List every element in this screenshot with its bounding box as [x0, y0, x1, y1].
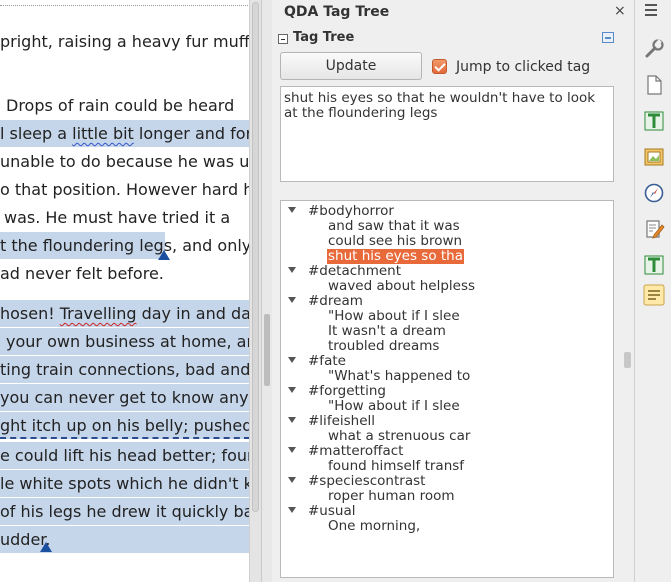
expand-arrow-icon[interactable]	[288, 267, 296, 273]
navigator-icon[interactable]	[643, 182, 665, 204]
expand-arrow-icon[interactable]	[288, 477, 296, 483]
spelling-mark[interactable]: Travelling	[60, 304, 137, 323]
image-icon[interactable]	[643, 146, 665, 168]
document-line[interactable]: was. He must have tried it a	[4, 204, 230, 231]
snippet-label: troubled dreams	[328, 338, 440, 354]
tag-label: #forgetting	[308, 383, 386, 399]
document-line[interactable]: unable to do because he was use	[0, 148, 249, 175]
snippet-label: "How about if I slee	[328, 398, 460, 414]
close-icon[interactable]: ×	[614, 3, 626, 19]
document-line[interactable]: o that position. However hard he	[0, 176, 249, 203]
qda-tag-tree-panel: QDA Tag Tree × Tag Tree Update Jump to c…	[272, 0, 634, 582]
expand-arrow-icon[interactable]	[288, 417, 296, 423]
deck-options-icon[interactable]	[602, 32, 614, 43]
style-t-icon[interactable]	[643, 254, 665, 276]
expand-arrow-icon[interactable]	[288, 387, 296, 393]
scrollbar-thumb[interactable]	[252, 2, 259, 512]
snippet-label: and saw that it was	[328, 218, 460, 234]
wrench-icon[interactable]	[643, 38, 665, 60]
snippet-label: roper human room	[328, 488, 455, 504]
snippet-label: One morning,	[328, 518, 421, 534]
collapse-icon[interactable]	[278, 34, 288, 44]
tag-label: #fate	[308, 353, 346, 369]
expand-arrow-icon[interactable]	[288, 297, 296, 303]
document-line[interactable]: e could lift his head better; found	[0, 442, 249, 469]
tagged-text-preview[interactable]: shut his eyes so that he wouldn't have t…	[280, 86, 614, 182]
panel-title: QDA Tag Tree	[284, 4, 390, 20]
top-rule	[0, 0, 249, 6]
comment-anchor-icon[interactable]	[158, 250, 170, 260]
sidebar-toolbar	[634, 0, 671, 582]
document-line[interactable]: le white spots which he didn't kn	[0, 470, 249, 497]
tag-label: #usual	[308, 503, 356, 519]
document-line[interactable]: hosen! Travelling day in and day	[0, 300, 249, 327]
jump-to-tag-label[interactable]: Jump to clicked tag	[456, 59, 590, 75]
tag-label: #bodyhorror	[308, 203, 394, 219]
snippet-label: what a strenuous car	[328, 428, 471, 444]
document-line[interactable]: ght itch up on his belly; pushed	[0, 412, 249, 439]
tag-tree[interactable]: #bodyhorror and saw that it was could see …	[280, 200, 614, 578]
spelling-mark[interactable]: little bit	[72, 124, 134, 143]
expand-arrow-icon[interactable]	[288, 207, 296, 213]
document-line[interactable]: ad never felt before.	[0, 260, 164, 287]
tag-label: #dream	[308, 293, 363, 309]
page-break-marker	[0, 437, 249, 439]
document-line[interactable]: l sleep a little bit longer and forg	[0, 120, 249, 147]
tag-label: #lifeishell	[308, 413, 376, 429]
document-scrollbar[interactable]	[250, 0, 262, 582]
expand-arrow-icon[interactable]	[288, 357, 296, 363]
expand-arrow-icon[interactable]	[288, 507, 296, 513]
expand-arrow-icon[interactable]	[288, 447, 296, 453]
document-line[interactable]: udder.	[0, 526, 249, 553]
page-icon[interactable]	[643, 74, 665, 96]
panel-scrollbar[interactable]	[624, 22, 633, 582]
snippet-label: "How about if I slee	[328, 308, 460, 324]
snippet-label: It wasn't a dream	[328, 323, 446, 339]
document-line[interactable]: Drops of rain could be heard	[6, 92, 234, 119]
menu-icon[interactable]	[645, 4, 657, 16]
tag-label: #matteroffact	[308, 443, 404, 459]
document-line[interactable]: pright, raising a heavy fur muff th	[0, 28, 249, 55]
scrollbar-thumb[interactable]	[624, 352, 631, 368]
document-line[interactable]: of his legs he drew it quickly back	[0, 498, 249, 525]
jump-to-tag-checkbox[interactable]	[432, 59, 447, 74]
update-button[interactable]: Update	[280, 52, 422, 80]
splitter-grip[interactable]	[264, 314, 270, 386]
snippet-label: could see his brown	[328, 233, 463, 249]
snippet-label: found himself transf	[328, 458, 465, 474]
snippet-label: shut his eyes so tha	[327, 248, 464, 264]
document-line[interactable]: t the floundering legs, and only	[0, 232, 249, 259]
document-page[interactable]: pright, raising a heavy fur muff th Drops…	[0, 0, 250, 582]
text-style-icon[interactable]	[643, 110, 665, 132]
snippet-label: waved about helpless	[328, 278, 476, 294]
panel-splitter[interactable]	[262, 0, 272, 582]
comment-anchor-icon[interactable]	[40, 542, 52, 552]
document-line[interactable]: ting train connections, bad and	[0, 356, 249, 383]
document-line[interactable]: you can never get to know anyo	[0, 384, 249, 411]
document-line[interactable]: your own business at home, and	[0, 328, 249, 355]
qda-tag-icon[interactable]	[643, 284, 665, 306]
tag-label: #detachment	[308, 263, 402, 279]
tag-label: #speciescontrast	[308, 473, 426, 489]
deck-title: Tag Tree	[293, 30, 355, 45]
manage-changes-icon[interactable]	[643, 218, 665, 240]
snippet-label: "What's happened to	[328, 368, 471, 384]
